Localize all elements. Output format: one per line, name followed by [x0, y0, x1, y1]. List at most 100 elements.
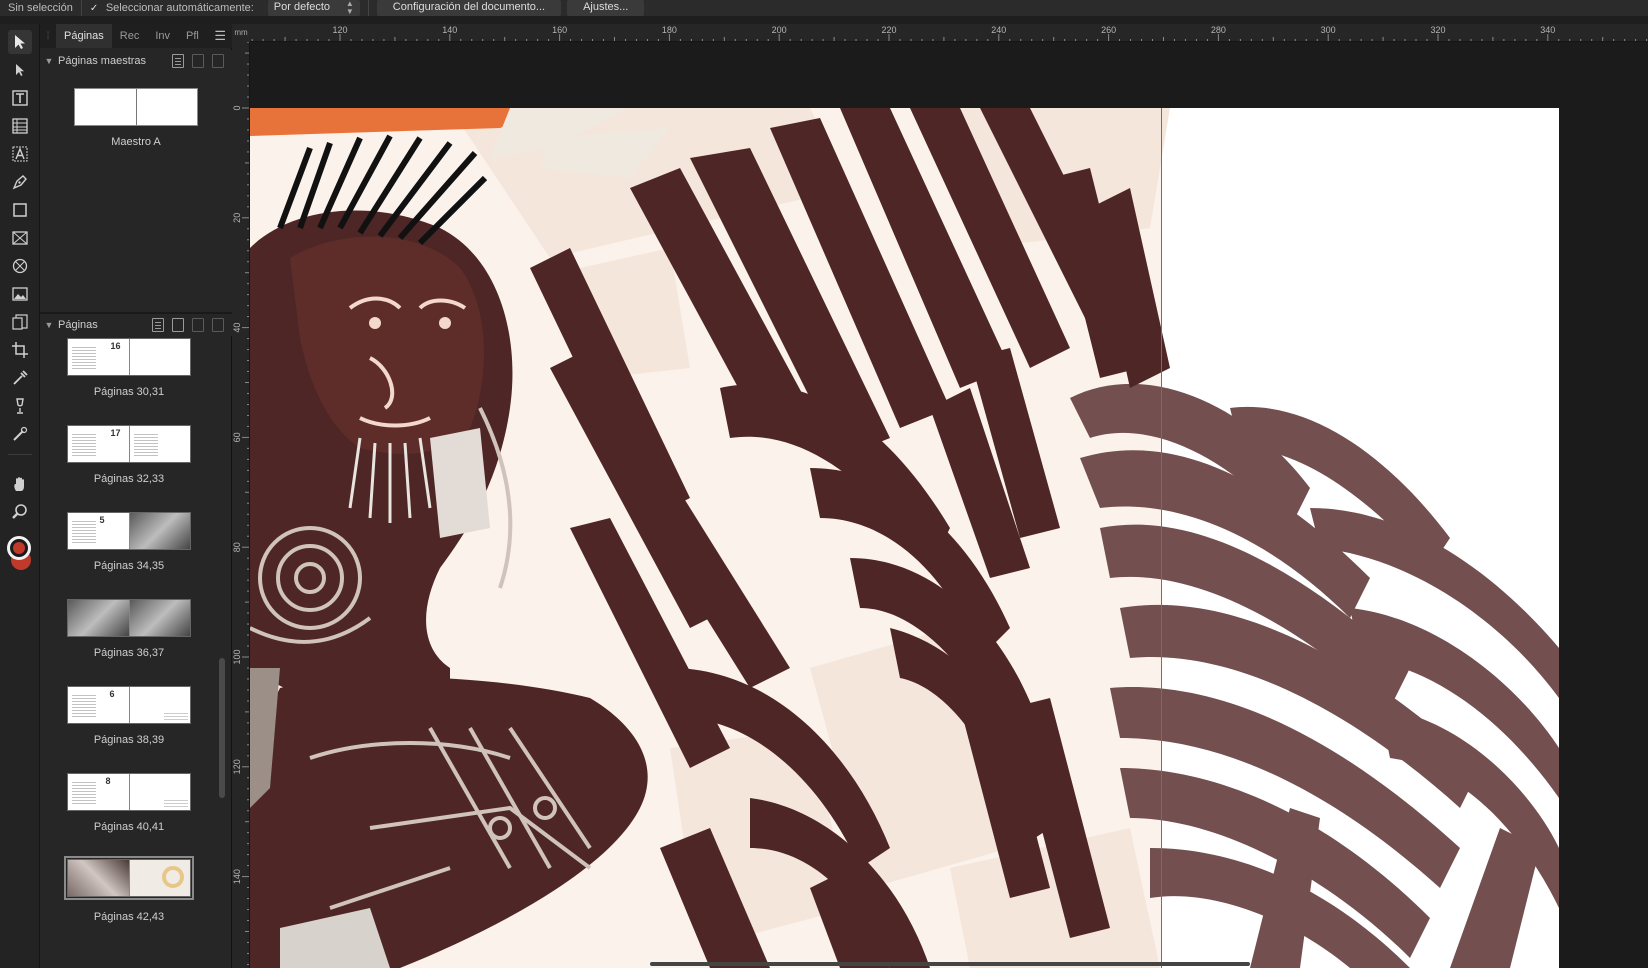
delete-page-icon[interactable] — [212, 318, 224, 332]
spread-label: Páginas 32,33 — [93, 473, 165, 485]
ruler-label: 140 — [442, 25, 457, 35]
ruler-label: 300 — [1321, 25, 1336, 35]
panel-tab-bar: ⁞ Páginas Rec Inv Pfl ☰ — [40, 24, 232, 48]
selection-status: Sin selección — [8, 2, 73, 14]
spread-thumbnail[interactable] — [64, 856, 194, 900]
ruler-label: 80 — [232, 542, 242, 552]
ruler-label: 40 — [232, 323, 242, 333]
panel-scrollbar[interactable] — [219, 658, 225, 798]
ruler-label: 320 — [1430, 25, 1445, 35]
pages-title: Páginas — [58, 319, 98, 331]
ruler-label: 260 — [1101, 25, 1116, 35]
duplicate-master-icon[interactable] — [192, 54, 204, 68]
spread-thumbnail[interactable]: 17 — [67, 425, 191, 463]
canvas-horizontal-scrollbar[interactable] — [650, 962, 1250, 966]
chevron-down-icon[interactable]: ▼ — [40, 56, 58, 66]
transparency-tool-icon[interactable] — [8, 422, 32, 446]
master-pages-header[interactable]: ▼ Páginas maestras — [40, 50, 232, 72]
ruler-label: 60 — [232, 432, 242, 442]
ruler-label: 340 — [1540, 25, 1555, 35]
context-toolbar: Sin selección ✓ Seleccionar automáticame… — [0, 0, 1648, 16]
ellipse-frame-tool-icon[interactable] — [8, 254, 32, 278]
master-label: Maestro A — [111, 136, 161, 148]
spread-label: Páginas 36,37 — [93, 647, 165, 659]
spread-thumbnail[interactable] — [67, 599, 191, 637]
spread-label: Páginas 30,31 — [93, 386, 165, 398]
tab-resources[interactable]: Rec — [112, 24, 148, 48]
illustration — [250, 108, 1559, 968]
ruler-label: 20 — [232, 213, 242, 223]
pages-header[interactable]: ▼ Páginas — [40, 314, 232, 336]
horizontal-ruler[interactable]: 120 140 160 180 200 220 240 260 280 300 320 340 — [250, 24, 1648, 42]
auto-select-value: Por defecto — [273, 1, 331, 13]
place-image-tool-icon[interactable] — [8, 282, 32, 306]
tab-pages[interactable]: Páginas — [56, 24, 112, 48]
checkmark-icon[interactable]: ✓ — [90, 3, 100, 14]
artistic-text-tool-icon[interactable] — [8, 142, 32, 166]
add-master-icon[interactable] — [172, 54, 184, 68]
spread-label: Páginas 34,35 — [93, 560, 165, 572]
ruler-label: 200 — [772, 25, 787, 35]
spread-thumbnail[interactable]: 6 — [67, 686, 191, 724]
tools-divider — [8, 454, 32, 455]
delete-master-icon[interactable] — [212, 54, 224, 68]
frame-text-tool-icon[interactable] — [8, 86, 32, 110]
tab-preflight[interactable]: Pfl — [178, 24, 207, 48]
table-tool-icon[interactable] — [8, 114, 32, 138]
ruler-unit: mm — [232, 24, 250, 42]
pages-list: 16 Páginas 30,31 17 Páginas 32,33 5 Pági… — [40, 338, 232, 968]
ruler-label: 120 — [332, 25, 347, 35]
master-thumbnail[interactable] — [74, 88, 198, 126]
pages-panel: ⁞ Páginas Rec Inv Pfl ☰ ▼ Páginas maestr… — [40, 24, 232, 968]
chevron-down-icon[interactable]: ▼ — [40, 320, 58, 330]
ruler-label: 140 — [232, 869, 242, 884]
ruler-label: 120 — [232, 759, 242, 774]
toolbar-divider — [80, 0, 82, 16]
spread-artwork[interactable] — [250, 108, 1559, 968]
add-page-icon[interactable] — [172, 318, 184, 332]
ruler-label: 220 — [881, 25, 896, 35]
master-pages-list: Maestro A — [40, 70, 232, 316]
document-canvas[interactable] — [250, 42, 1648, 968]
crop-tool-icon[interactable] — [8, 338, 32, 362]
spread-label: Páginas 38,39 — [93, 734, 165, 746]
color-swatch-icon[interactable] — [7, 536, 33, 570]
auto-select-dropdown[interactable]: Por defecto ▲ ▼ — [267, 0, 360, 16]
affinity-publisher-window: Sin selección ✓ Seleccionar automáticame… — [0, 0, 1648, 968]
zoom-tool-icon[interactable] — [8, 500, 32, 524]
place-tool-icon[interactable] — [8, 310, 32, 334]
tab-inventory[interactable]: Inv — [147, 24, 178, 48]
stroke-color-swatch[interactable] — [7, 536, 31, 560]
color-picker-tool-icon[interactable] — [8, 366, 32, 390]
spread-label: Páginas 40,41 — [93, 821, 165, 833]
spread-thumbnail[interactable]: 16 — [67, 338, 191, 376]
move-tool-icon[interactable] — [8, 30, 32, 54]
settings-button[interactable]: Ajustes... — [567, 0, 645, 16]
vertical-ruler[interactable]: 0 20 40 60 80 100 120 140 — [232, 42, 250, 968]
spread-thumbnail[interactable]: 5 — [67, 512, 191, 550]
ruler-label: 160 — [552, 25, 567, 35]
page-options-icon[interactable] — [152, 318, 164, 332]
ruler-label: 180 — [662, 25, 677, 35]
ruler-label: 280 — [1211, 25, 1226, 35]
spread-label: Páginas 42,43 — [93, 911, 165, 923]
ruler-label: 100 — [232, 649, 242, 664]
pen-tool-icon[interactable] — [8, 170, 32, 194]
updown-chevron-icon: ▲ ▼ — [345, 0, 354, 16]
spread-spine-guide — [1161, 108, 1162, 968]
panel-grip-icon[interactable]: ⁞ — [40, 31, 56, 42]
master-pages-title: Páginas maestras — [58, 55, 147, 67]
panel-menu-icon[interactable]: ☰ — [214, 28, 226, 44]
picture-frame-tool-icon[interactable] — [8, 226, 32, 250]
hand-tool-icon[interactable] — [8, 472, 32, 496]
rectangle-tool-icon[interactable] — [8, 198, 32, 222]
tools-panel — [0, 24, 40, 968]
node-tool-icon[interactable] — [8, 58, 32, 82]
document-setup-button[interactable]: Configuración del documento... — [376, 0, 562, 16]
fill-tool-icon[interactable] — [8, 394, 32, 418]
spread-thumbnail[interactable]: 8 — [67, 773, 191, 811]
duplicate-page-icon[interactable] — [192, 318, 204, 332]
ruler-label: 0 — [232, 105, 242, 110]
auto-select-label: Seleccionar automáticamente: — [105, 2, 254, 14]
ruler-label: 240 — [991, 25, 1006, 35]
